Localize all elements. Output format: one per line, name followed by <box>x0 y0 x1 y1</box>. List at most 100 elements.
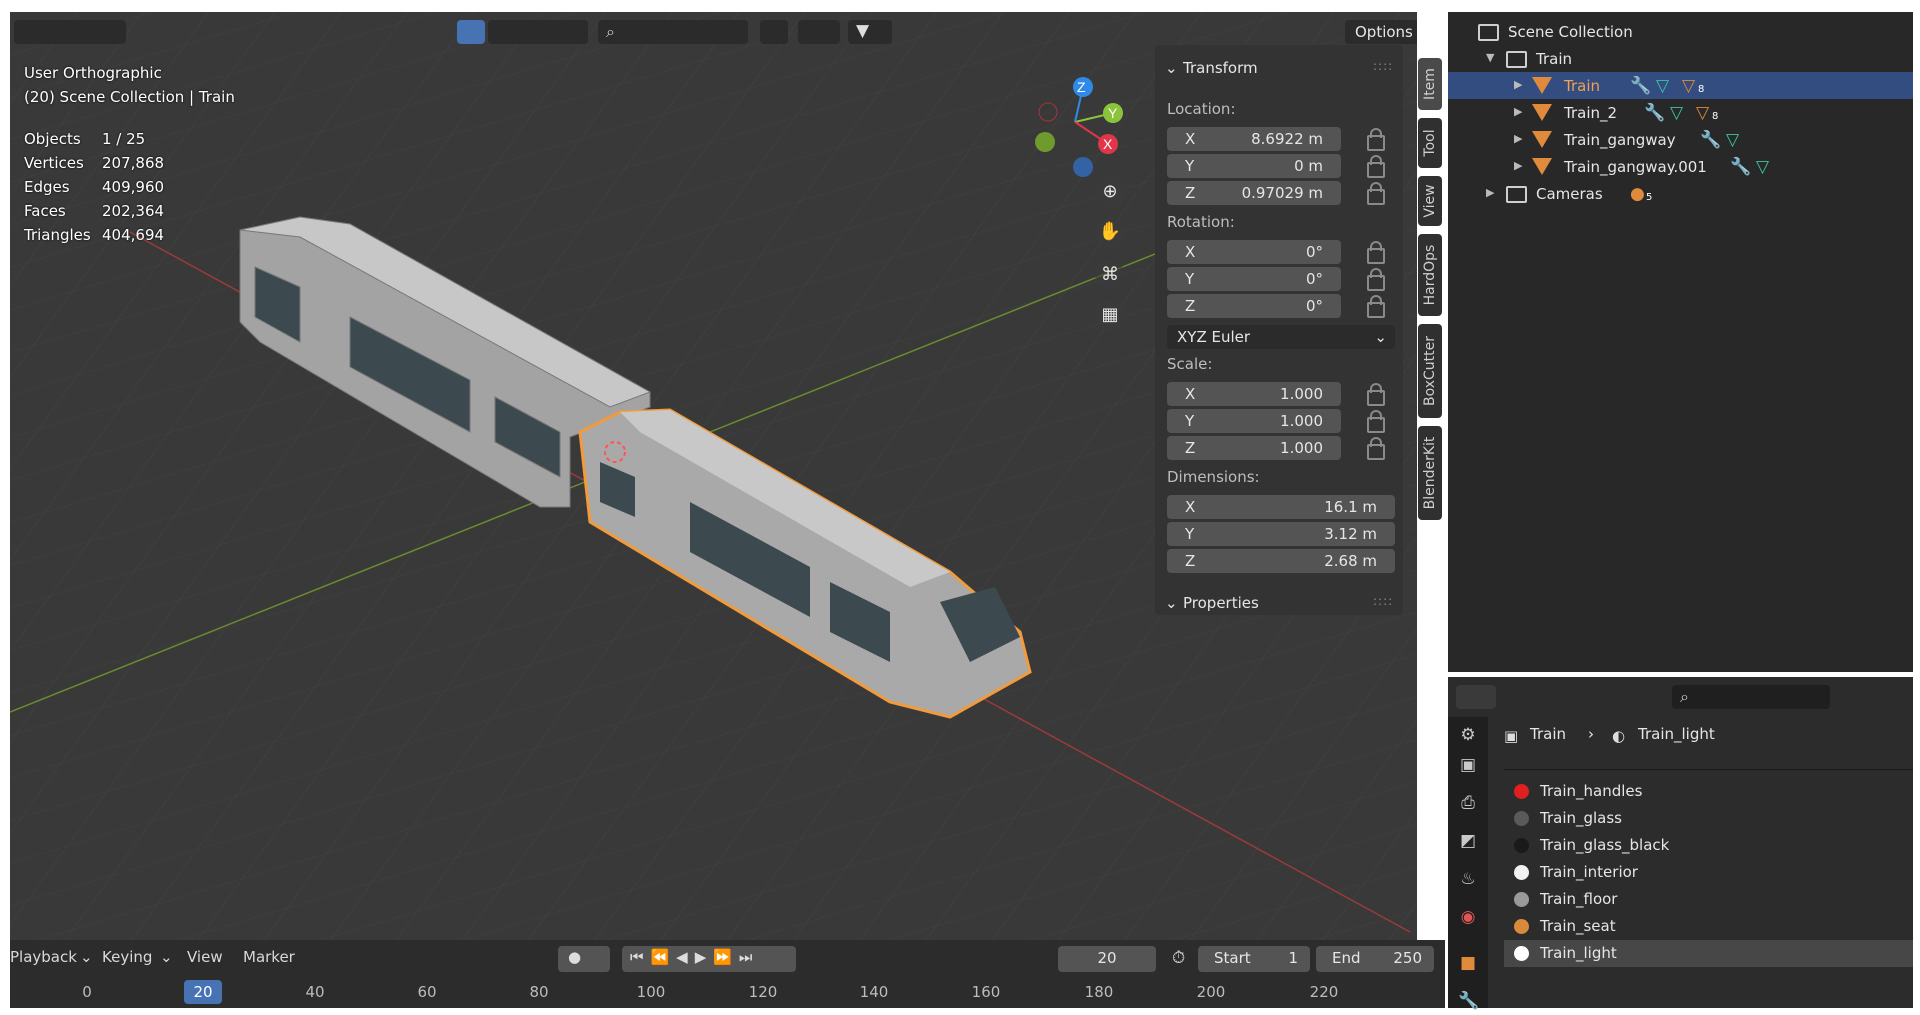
material-icon[interactable]: ▽ <box>1682 76 1695 96</box>
rotation-y-field[interactable]: Y 0° <box>1167 267 1341 291</box>
transform-title[interactable]: Transform <box>1183 59 1258 77</box>
scale-y-field[interactable]: Y 1.000 <box>1167 409 1341 433</box>
wrench-icon[interactable]: 🔧 <box>1700 130 1721 150</box>
lock-icon[interactable] <box>1367 128 1385 151</box>
outliner-item-train-gangway[interactable]: ▶ Train_gangway 🔧 ▽ <box>1448 126 1913 153</box>
collection-row-cameras[interactable]: ▶ Cameras ● 5 <box>1448 180 1913 207</box>
outliner-item-train[interactable]: ▶ Train 🔧 ▽ ▽ 8 <box>1448 72 1913 99</box>
playback-controls[interactable]: ⏮⏪◀▶⏩⏭ <box>622 946 796 972</box>
collection-row-train[interactable]: ▼ Train <box>1448 45 1913 72</box>
chevron-down-icon[interactable]: ⌄ <box>80 948 93 966</box>
disclosure-closed-icon[interactable]: ▶ <box>1514 132 1522 145</box>
tab-tool[interactable]: Tool <box>1418 118 1442 168</box>
lock-icon[interactable] <box>1367 295 1385 318</box>
breadcrumb-material[interactable]: Train_light <box>1638 725 1715 743</box>
drag-handle-icon[interactable]: :::: <box>1373 59 1393 73</box>
editor-type-dropdown[interactable] <box>1456 685 1496 709</box>
tool-icon[interactable]: ⚙ <box>1458 725 1478 745</box>
camera-icon[interactable]: ● <box>1630 184 1645 204</box>
chevron-down-icon[interactable]: ⌄ <box>1165 594 1178 612</box>
dimension-y-field[interactable]: Y 3.12 m <box>1167 522 1395 546</box>
end-frame-field[interactable]: End 250 <box>1316 946 1434 972</box>
viewport-search-input[interactable]: ⌕ <box>598 20 748 44</box>
modifier-icon[interactable]: 🔧 <box>1458 991 1479 1011</box>
pan-hand-icon[interactable]: ✋ <box>1095 217 1125 247</box>
outliner-item-train-2[interactable]: ▶ Train_2 🔧 ▽ ▽ 8 <box>1448 99 1913 126</box>
camera-view-icon[interactable]: ⌘ <box>1095 260 1125 290</box>
grid-view-icon[interactable]: ▦ <box>1095 300 1125 330</box>
disclosure-closed-icon[interactable]: ▶ <box>1514 105 1522 118</box>
tab-boxcutter[interactable]: BoxCutter <box>1418 324 1442 418</box>
breadcrumb-object[interactable]: Train <box>1530 725 1566 743</box>
marker-menu[interactable]: Marker <box>243 948 295 966</box>
mesh-data-icon[interactable]: ▽ <box>1670 103 1683 123</box>
record-button[interactable]: ● <box>558 946 610 972</box>
rotation-mode-dropdown[interactable]: XYZ Euler ⌄ <box>1167 325 1395 349</box>
keying-menu[interactable]: Keying <box>102 948 152 966</box>
disclosure-closed-icon[interactable]: ▶ <box>1514 78 1522 91</box>
properties-title[interactable]: Properties <box>1183 594 1259 612</box>
material-slot[interactable]: Train_floor <box>1504 886 1913 913</box>
options-dropdown[interactable]: Options <box>1345 20 1417 44</box>
overlay-button[interactable] <box>760 20 788 44</box>
zoom-icon[interactable]: ⊕ <box>1095 177 1125 207</box>
material-slot[interactable]: Train_glass_black <box>1504 832 1913 859</box>
timeline-editor[interactable]: Playback ⌄ Keying ⌄ View Marker ● ⏮⏪◀▶⏩⏭… <box>10 940 1445 1008</box>
material-slot[interactable]: Train_interior <box>1504 859 1913 886</box>
render-icon[interactable]: ▣ <box>1458 755 1478 775</box>
view-layer-icon[interactable]: ◩ <box>1458 831 1478 851</box>
tab-blenderkit[interactable]: BlenderKit <box>1418 426 1442 520</box>
chevron-down-icon[interactable]: ⌄ <box>160 948 173 966</box>
lock-icon[interactable] <box>1367 268 1385 291</box>
chevron-down-icon[interactable]: ⌄ <box>1165 59 1178 77</box>
disclosure-closed-icon[interactable]: ▶ <box>1514 159 1522 172</box>
mesh-data-icon[interactable]: ▽ <box>1756 157 1769 177</box>
start-frame-field[interactable]: Start 1 <box>1198 946 1310 972</box>
select-mode-buttons[interactable] <box>14 20 126 44</box>
properties-editor[interactable]: ⌕ ⚙ ▣ ⎙ ◩ ♨ ◉ ■ 🔧 ▣ Train › ◐ Train_ligh… <box>1448 677 1913 1011</box>
outliner[interactable]: Scene Collection ▼ Train ▶ Train 🔧 ▽ ▽ 8… <box>1448 12 1913 672</box>
material-slot[interactable]: Train_handles <box>1504 778 1913 805</box>
location-z-field[interactable]: Z 0.97029 m <box>1167 181 1341 205</box>
wrench-icon[interactable]: 🔧 <box>1630 76 1651 96</box>
tab-item[interactable]: Item <box>1418 58 1442 110</box>
disclosure-closed-icon[interactable]: ▶ <box>1486 186 1494 199</box>
wrench-icon[interactable]: 🔧 <box>1730 157 1751 177</box>
wireframe-shading-button[interactable] <box>457 20 485 44</box>
rotation-z-field[interactable]: Z 0° <box>1167 294 1341 318</box>
rotation-x-field[interactable]: X 0° <box>1167 240 1341 264</box>
lock-icon[interactable] <box>1367 383 1385 406</box>
tab-hardops[interactable]: HardOps <box>1418 234 1442 316</box>
lock-icon[interactable] <box>1367 437 1385 460</box>
stopwatch-icon[interactable]: ⏱ <box>1172 948 1185 968</box>
outliner-display-dropdown[interactable] <box>798 20 840 44</box>
location-y-field[interactable]: Y0 m <box>1167 154 1341 178</box>
lock-icon[interactable] <box>1367 241 1385 264</box>
properties-search-input[interactable]: ⌕ <box>1672 685 1830 709</box>
lock-icon[interactable] <box>1367 410 1385 433</box>
object-icon[interactable]: ■ <box>1458 953 1478 973</box>
drag-handle-icon[interactable]: :::: <box>1373 594 1393 608</box>
mesh-data-icon[interactable]: ▽ <box>1726 130 1739 150</box>
material-slot[interactable]: Train_glass <box>1504 805 1913 832</box>
wrench-icon[interactable]: 🔧 <box>1644 103 1665 123</box>
disclosure-open-icon[interactable]: ▼ <box>1486 51 1494 64</box>
shading-mode-buttons[interactable] <box>488 20 588 44</box>
scale-x-field[interactable]: X 1.000 <box>1167 382 1341 406</box>
material-icon[interactable]: ▽ <box>1696 103 1709 123</box>
lock-icon[interactable] <box>1367 155 1385 178</box>
world-icon[interactable]: ◉ <box>1458 907 1478 927</box>
lock-icon[interactable] <box>1367 182 1385 205</box>
navigation-gizmo[interactable]: Z Y X <box>1020 67 1130 177</box>
material-slot[interactable]: Train_seat <box>1504 913 1913 940</box>
material-slot-selected[interactable]: Train_light <box>1504 940 1913 967</box>
mesh-data-icon[interactable]: ▽ <box>1656 76 1669 96</box>
filter-dropdown[interactable]: ▼ <box>848 20 892 44</box>
dimension-z-field[interactable]: Z 2.68 m <box>1167 549 1395 573</box>
view-menu[interactable]: View <box>187 948 223 966</box>
scene-icon[interactable]: ♨ <box>1458 869 1478 889</box>
output-icon[interactable]: ⎙ <box>1458 793 1478 813</box>
location-x-field[interactable]: X 8.6922 m <box>1167 127 1341 151</box>
scene-collection-row[interactable]: Scene Collection <box>1448 18 1913 45</box>
tab-view[interactable]: View <box>1418 176 1442 226</box>
